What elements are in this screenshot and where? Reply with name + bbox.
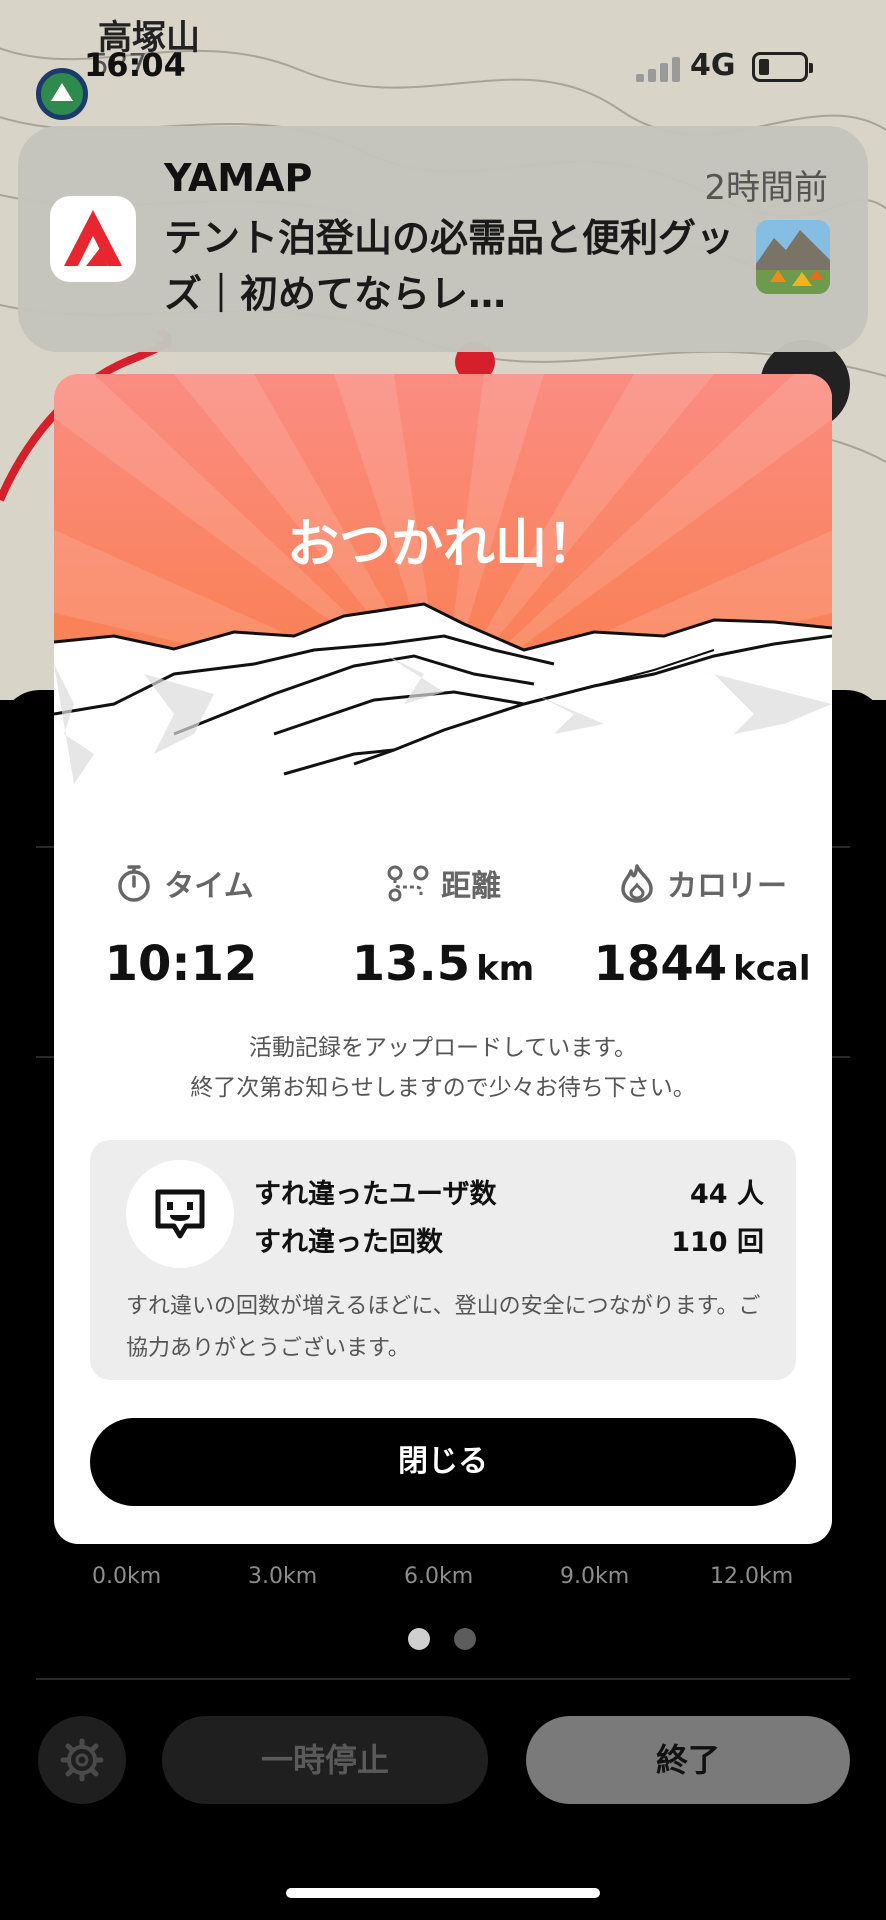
passing-note: すれ違いの回数が増えるほどに、登山の安全につながります。ご協力ありがとうございま…	[126, 1294, 761, 1361]
passing-icon-container	[126, 1160, 234, 1268]
notification-app-name: YAMAP	[164, 156, 313, 200]
passed-count-label: すれ違った回数	[254, 1227, 443, 1258]
stat-unit: km	[476, 949, 535, 989]
x-tick-label: 6.0km	[404, 1564, 474, 1589]
notification-thumbnail	[756, 220, 830, 294]
stat-calories: カロリー 1844 kcal	[572, 860, 832, 992]
yamap-app-icon	[50, 196, 136, 282]
passing-face-icon	[155, 1189, 205, 1239]
stat-time: タイム 10:12	[54, 860, 314, 992]
status-time: 16:04	[84, 46, 186, 84]
panel-divider	[36, 1678, 850, 1680]
page-dot-active	[408, 1628, 430, 1650]
passing-info-card: すれ違ったユーザ数 44 人 すれ違った回数 110 回 すれ違いの回数が増える…	[90, 1140, 796, 1380]
completion-modal: おつかれ山！ タイム 10:12 距離 13.5 km カロリー 1844 kc…	[54, 374, 832, 1544]
stopwatch-icon	[118, 865, 151, 902]
stat-label: 距離	[441, 869, 501, 904]
passed-users-row: すれ違ったユーザ数 44 人	[254, 1172, 764, 1211]
flame-icon	[621, 864, 653, 903]
notification-time: 2時間前	[704, 168, 828, 208]
stat-distance: 距離 13.5 km	[313, 860, 573, 992]
battery-icon	[752, 52, 813, 82]
passed-count-row: すれ違った回数 110 回	[254, 1220, 764, 1259]
modal-header-illustration: おつかれ山！	[54, 374, 832, 814]
close-button[interactable]: 閉じる	[90, 1418, 796, 1506]
x-tick-label: 12.0km	[710, 1564, 794, 1589]
end-button[interactable]: 終了	[526, 1716, 850, 1804]
x-tick-label: 0.0km	[92, 1564, 162, 1589]
passed-users-label: すれ違ったユーザ数	[254, 1179, 497, 1210]
page-dot	[454, 1628, 476, 1650]
home-indicator[interactable]	[286, 1888, 600, 1898]
stat-value: 13.5	[351, 936, 471, 992]
push-notification[interactable]: YAMAP 2時間前 テント泊登山の必需品と便利グッズ｜初めてならレ…	[18, 126, 868, 352]
stat-value: 10:12	[104, 936, 258, 992]
upload-message-line1: 活動記録をアップロードしています。	[248, 1035, 637, 1061]
route-icon	[387, 865, 429, 902]
network-type: 4G	[690, 48, 736, 83]
passed-count-value: 110 回	[671, 1227, 764, 1258]
signal-icon	[636, 56, 684, 82]
pause-button[interactable]: 一時停止	[162, 1716, 488, 1804]
gear-icon	[60, 1738, 104, 1782]
stat-unit: kcal	[733, 949, 811, 989]
upload-message: 活動記録をアップロードしています。 終了次第お知らせしますので少々お待ち下さい。	[54, 1028, 832, 1108]
upload-message-line2: 終了次第お知らせしますので少々お待ち下さい。	[190, 1075, 696, 1101]
stat-label: タイム	[164, 869, 254, 904]
stat-label: カロリー	[667, 869, 787, 904]
stat-value: 1844	[593, 936, 728, 992]
settings-button[interactable]	[38, 1716, 126, 1804]
modal-title: おつかれ山！	[286, 515, 599, 575]
notification-message: テント泊登山の必需品と便利グッズ｜初めてならレ…	[164, 216, 735, 316]
status-bar: 16:04 4G	[0, 0, 886, 130]
passed-users-value: 44 人	[690, 1179, 764, 1210]
x-tick-label: 3.0km	[248, 1564, 318, 1589]
x-tick-label: 9.0km	[560, 1564, 630, 1589]
